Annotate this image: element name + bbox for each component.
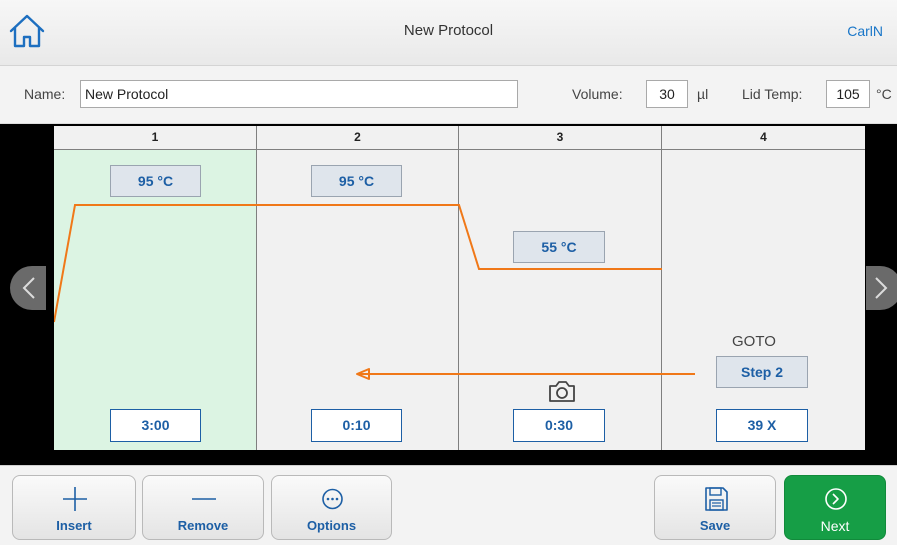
step-temperature[interactable]: 95 °C [110, 165, 201, 197]
step-column-3[interactable]: 3 55 °C 0:30 [459, 126, 662, 450]
next-button[interactable]: Next [784, 475, 886, 540]
insert-label: Insert [56, 518, 92, 533]
step-column-1[interactable]: 1 95 °C 3:00 [54, 126, 257, 450]
step-temperature[interactable]: 95 °C [311, 165, 402, 197]
insert-button[interactable]: Insert [12, 475, 136, 540]
home-icon[interactable] [6, 10, 48, 52]
chevron-right-icon[interactable] [866, 266, 897, 310]
next-label: Next [820, 518, 850, 534]
page-title: New Protocol [403, 22, 494, 39]
volume-label: Volume: [572, 86, 623, 102]
save-icon [705, 487, 728, 511]
more-options-icon [322, 488, 343, 510]
bottom-toolbar: Insert Remove Options Save Next [0, 465, 897, 545]
camera-icon[interactable] [547, 378, 577, 404]
step-time[interactable]: 0:10 [311, 409, 402, 442]
options-button[interactable]: Options [271, 475, 392, 540]
goto-target[interactable]: Step 2 [716, 356, 808, 388]
remove-label: Remove [177, 518, 229, 533]
plus-icon [63, 487, 87, 511]
step-number: 4 [662, 126, 865, 150]
step-number: 1 [54, 126, 256, 150]
step-grid: 1 95 °C 3:00 2 95 °C 0:10 3 55 °C 0:30 4 [54, 126, 865, 450]
step-temperature[interactable]: 55 °C [513, 231, 605, 263]
step-number: 2 [257, 126, 458, 150]
chevron-left-icon[interactable] [10, 266, 46, 310]
chevron-right-circle-icon [825, 488, 847, 510]
step-number: 3 [459, 126, 661, 150]
options-label: Options [306, 518, 357, 533]
title-bar: New Protocol CarlN [0, 0, 897, 66]
save-label: Save [699, 518, 731, 533]
lid-temp-unit: °C [876, 86, 892, 102]
remove-button[interactable]: Remove [142, 475, 264, 540]
minus-icon [192, 498, 216, 500]
step-column-4[interactable]: 4 GOTO Step 2 39 X [662, 126, 865, 450]
volume-unit: µl [697, 86, 709, 102]
name-input[interactable] [80, 80, 518, 108]
step-time[interactable]: 0:30 [513, 409, 605, 442]
step-time[interactable]: 3:00 [110, 409, 201, 442]
protocol-editor: 1 95 °C 3:00 2 95 °C 0:10 3 55 °C 0:30 4 [0, 124, 897, 465]
user-name[interactable]: CarlN [847, 23, 883, 39]
volume-input[interactable] [646, 80, 688, 108]
step-column-2[interactable]: 2 95 °C 0:10 [257, 126, 459, 450]
lid-temp-label: Lid Temp: [742, 86, 803, 102]
save-button[interactable]: Save [654, 475, 776, 540]
lid-temp-input[interactable] [826, 80, 870, 108]
name-label: Name: [24, 86, 66, 102]
cycle-count[interactable]: 39 X [716, 409, 808, 442]
goto-label: GOTO [732, 333, 776, 350]
protocol-settings-bar: Name: Volume: µl Lid Temp: °C [0, 66, 897, 124]
